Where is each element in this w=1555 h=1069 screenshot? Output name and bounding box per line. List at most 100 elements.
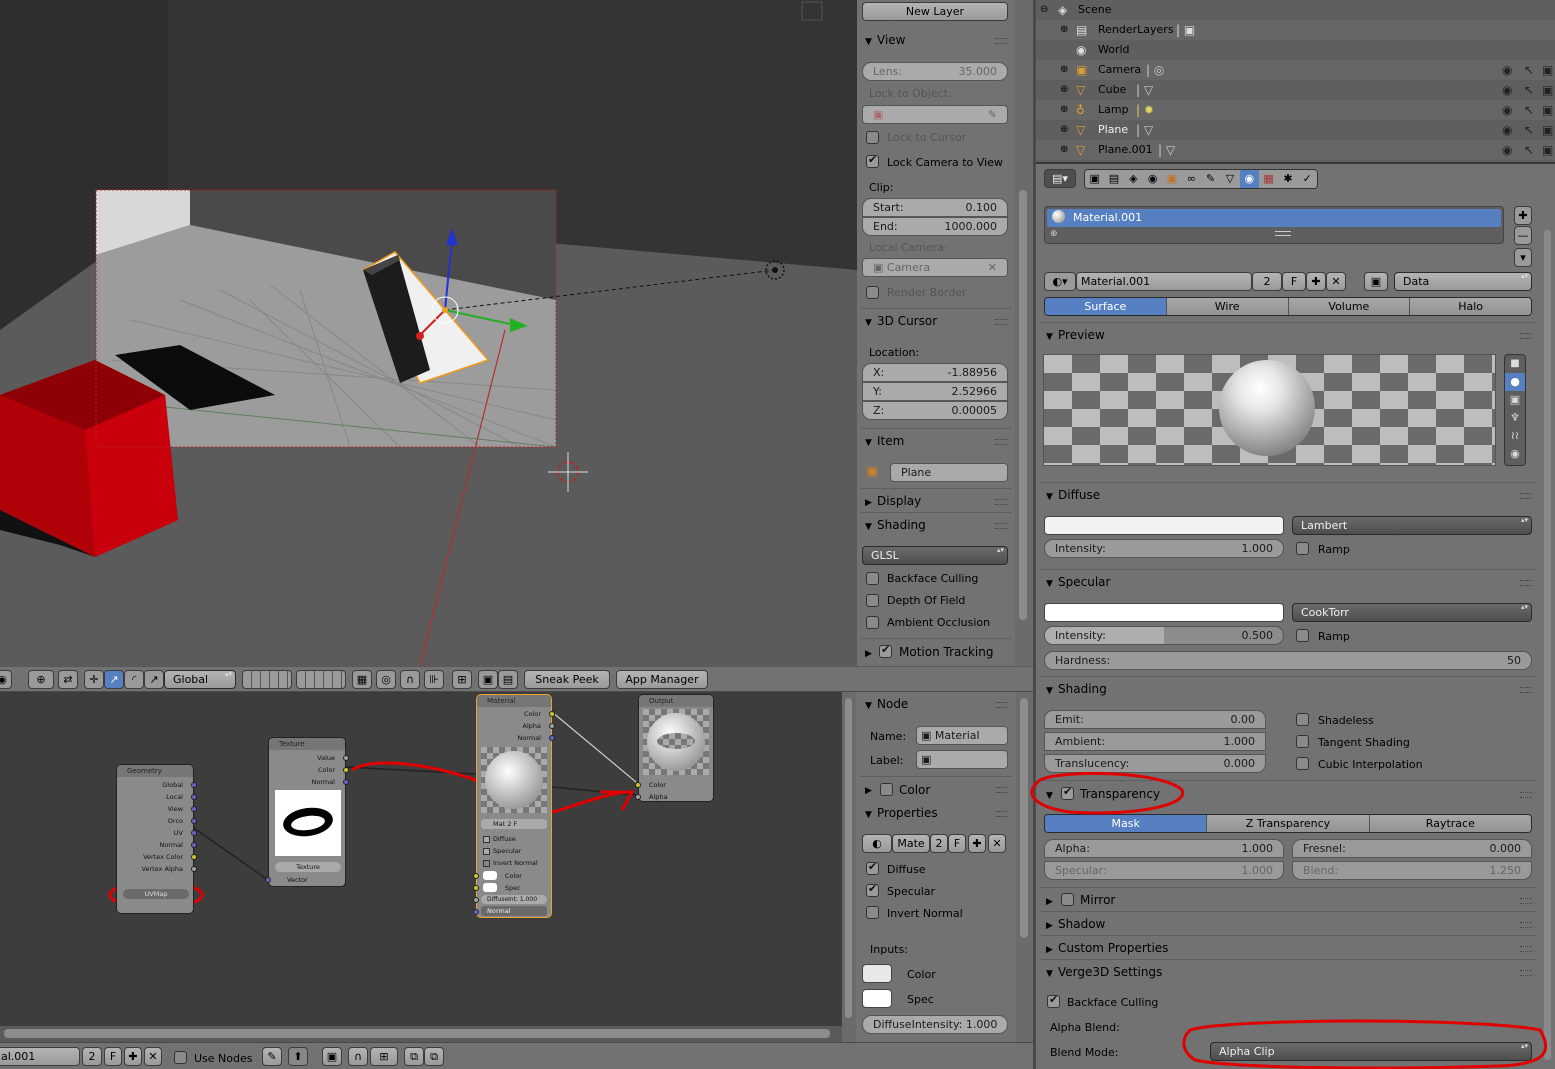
uvmap-field[interactable]: UVMap <box>123 889 189 899</box>
panel-grip-icon[interactable] <box>995 439 1007 445</box>
tab-surface[interactable]: Surface <box>1045 298 1167 315</box>
data-tab-icon[interactable]: ▽ <box>1220 170 1240 188</box>
render-camera-icon[interactable]: ▣ <box>1542 60 1553 80</box>
specular-checkbox[interactable] <box>866 882 879 897</box>
layers-grid-1[interactable] <box>242 670 292 689</box>
pivot-point-icon[interactable]: ⊕ <box>28 670 54 689</box>
constraints-tab-icon[interactable]: ∞ <box>1181 170 1201 188</box>
select-cursor-icon[interactable]: ↖ <box>1524 120 1534 140</box>
lock-object-field[interactable]: ▣ ✎ <box>862 105 1008 124</box>
expand-icon[interactable]: ⊕ <box>1060 120 1068 140</box>
outliner-row-lamp[interactable]: ⊕ ♁ Lamp | ✹ ◉ ↖ ▣ <box>1036 100 1555 120</box>
render-camera-icon[interactable]: ▣ <box>1542 140 1553 160</box>
node-editor[interactable]: Geometry Global Local View Orco UV Norma… <box>0 692 842 1042</box>
render-camera-icon[interactable]: ▣ <box>1542 100 1553 120</box>
snap-icon[interactable]: ◉ <box>0 670 12 689</box>
translate-icon[interactable]: ✛ <box>84 670 104 689</box>
resize-grip-icon[interactable] <box>1275 231 1291 236</box>
custom-properties-panel-header[interactable]: ▶ Custom Properties <box>1046 938 1168 958</box>
output-node[interactable]: Output Color Alpha <box>635 694 714 802</box>
expand-icon[interactable]: ⊕ <box>1060 80 1068 100</box>
snap-toggle-icon[interactable]: ∩ <box>400 670 420 689</box>
blend-mode-dropdown[interactable]: Alpha Clip <box>1210 1042 1532 1061</box>
panel-grip-icon[interactable] <box>1520 898 1532 904</box>
display-panel-header[interactable]: ▶ Display <box>865 491 921 511</box>
tab-raytrace[interactable]: Raytrace <box>1369 815 1531 832</box>
material-slot-list[interactable]: Material.001 ⊕ <box>1044 206 1504 244</box>
tab-volume[interactable]: Volume <box>1288 298 1411 315</box>
node-color-checkbox[interactable] <box>880 783 893 796</box>
lock-layers-icon[interactable]: ▦ <box>352 670 372 689</box>
unlink-icon[interactable]: ✕ <box>144 1047 162 1066</box>
fresnel-field[interactable]: Fresnel: 0.000 <box>1292 839 1532 858</box>
socket[interactable] <box>343 779 349 785</box>
panel-grip-icon[interactable] <box>995 38 1007 44</box>
render-animation-icon[interactable]: ▤ <box>498 670 518 689</box>
slot-specials-icon[interactable]: ▾ <box>1514 248 1532 267</box>
node-editor-hscrollbar[interactable] <box>0 1026 842 1042</box>
cursor-x-field[interactable]: X: -1.88956 <box>862 363 1008 382</box>
3d-viewport[interactable] <box>0 0 857 666</box>
node-label-field[interactable]: ▣ <box>916 750 1008 769</box>
material-normal-field[interactable]: Normal <box>481 906 547 916</box>
render-icon[interactable]: ▣ <box>478 670 498 689</box>
shadow-panel-header[interactable]: ▶ Shadow <box>1046 914 1105 934</box>
panel-grip-icon[interactable] <box>1520 493 1532 499</box>
add-material-icon[interactable]: ✚ <box>968 834 986 853</box>
lock-to-cursor-checkbox[interactable] <box>866 131 879 144</box>
motion-tracking-checkbox[interactable] <box>879 643 892 658</box>
clear-icon[interactable]: ✕ <box>988 259 997 276</box>
blend-field[interactable]: Blend: 1.250 <box>1292 861 1532 880</box>
outliner-row-cube[interactable]: ⊕ ▽ Cube | ▽ ◉ ↖ ▣ <box>1036 80 1555 100</box>
new-layer-button[interactable]: New Layer <box>862 2 1008 21</box>
tab-mask[interactable]: Mask <box>1045 815 1208 832</box>
socket[interactable] <box>191 866 197 872</box>
select-cursor-icon[interactable]: ↖ <box>1524 80 1534 100</box>
snap-element-icon[interactable]: ⊞ <box>370 1047 398 1066</box>
use-nodes-checkbox[interactable] <box>174 1051 187 1064</box>
rotate-icon[interactable]: ↗ <box>104 670 124 689</box>
socket[interactable] <box>191 794 197 800</box>
render-border-checkbox[interactable] <box>866 286 879 299</box>
item-panel-header[interactable]: ▼ Item <box>865 431 904 451</box>
particles-tab-icon[interactable]: ✱ <box>1278 170 1298 188</box>
tangent-shading-checkbox[interactable] <box>1296 735 1309 748</box>
properties-scrollbar[interactable] <box>1543 230 1553 1060</box>
panel-grip-icon[interactable] <box>1520 333 1532 339</box>
specular-intensity-field[interactable]: Intensity: 0.500 <box>1044 626 1284 645</box>
clip-start-field[interactable]: Start: 0.100 <box>862 198 1008 217</box>
tab-z-transparency[interactable]: Z Transparency <box>1207 815 1370 832</box>
diffuse-checkbox[interactable] <box>866 860 879 875</box>
node-editor-scrollbar[interactable] <box>842 692 856 1042</box>
transparency-checkbox[interactable] <box>1061 785 1074 800</box>
visibility-eye-icon[interactable]: ◉ <box>1502 100 1512 120</box>
clip-end-field[interactable]: End: 1000.000 <box>862 217 1008 236</box>
modifiers-tab-icon[interactable]: ✎ <box>1200 170 1221 188</box>
socket[interactable] <box>191 854 197 860</box>
material-tab-icon[interactable]: ◉ <box>1239 170 1259 188</box>
lock-camera-checkbox[interactable] <box>866 153 879 168</box>
material-users[interactable]: 2 <box>930 834 948 853</box>
preview-monkey-icon[interactable]: ♆ <box>1505 409 1525 427</box>
shading-panel-header[interactable]: ▼ Shading <box>1046 679 1107 699</box>
outliner-row-plane-001[interactable]: ⊕ ▽ Plane.001 | ▽ ◉ ↖ ▣ <box>1036 140 1555 160</box>
outliner-row-renderlayers[interactable]: ⊕ ▤ RenderLayers | ▣ <box>1036 20 1555 40</box>
material-users[interactable]: 2 <box>1252 272 1282 291</box>
editor-type-icon[interactable]: ▤▾ <box>1044 169 1076 188</box>
diffuse-intensity-field[interactable]: Intensity: 1.000 <box>1044 539 1284 558</box>
shading-mode-dropdown[interactable]: GLSL <box>862 546 1008 565</box>
socket[interactable] <box>265 877 271 883</box>
specular-ramp-checkbox[interactable] <box>1296 629 1309 642</box>
panel-grip-icon[interactable] <box>996 702 1008 708</box>
socket[interactable] <box>549 735 555 741</box>
snap-icon[interactable]: ∩ <box>348 1047 368 1066</box>
invert-normal-checkbox[interactable] <box>866 906 879 919</box>
remove-slot-icon[interactable]: — <box>1514 226 1532 245</box>
verge-backface-culling-checkbox[interactable] <box>1047 993 1060 1008</box>
ambient-field[interactable]: Ambient: 1.000 <box>1044 732 1266 751</box>
add-icon[interactable]: ✚ <box>124 1047 142 1066</box>
material-node[interactable]: Material Color Alpha Normal Mat 2 F Diff… <box>473 694 555 918</box>
socket[interactable] <box>343 755 349 761</box>
mirror-panel-header[interactable]: ▶ <box>1046 890 1058 910</box>
expand-icon[interactable]: ⊕ <box>1060 140 1068 160</box>
